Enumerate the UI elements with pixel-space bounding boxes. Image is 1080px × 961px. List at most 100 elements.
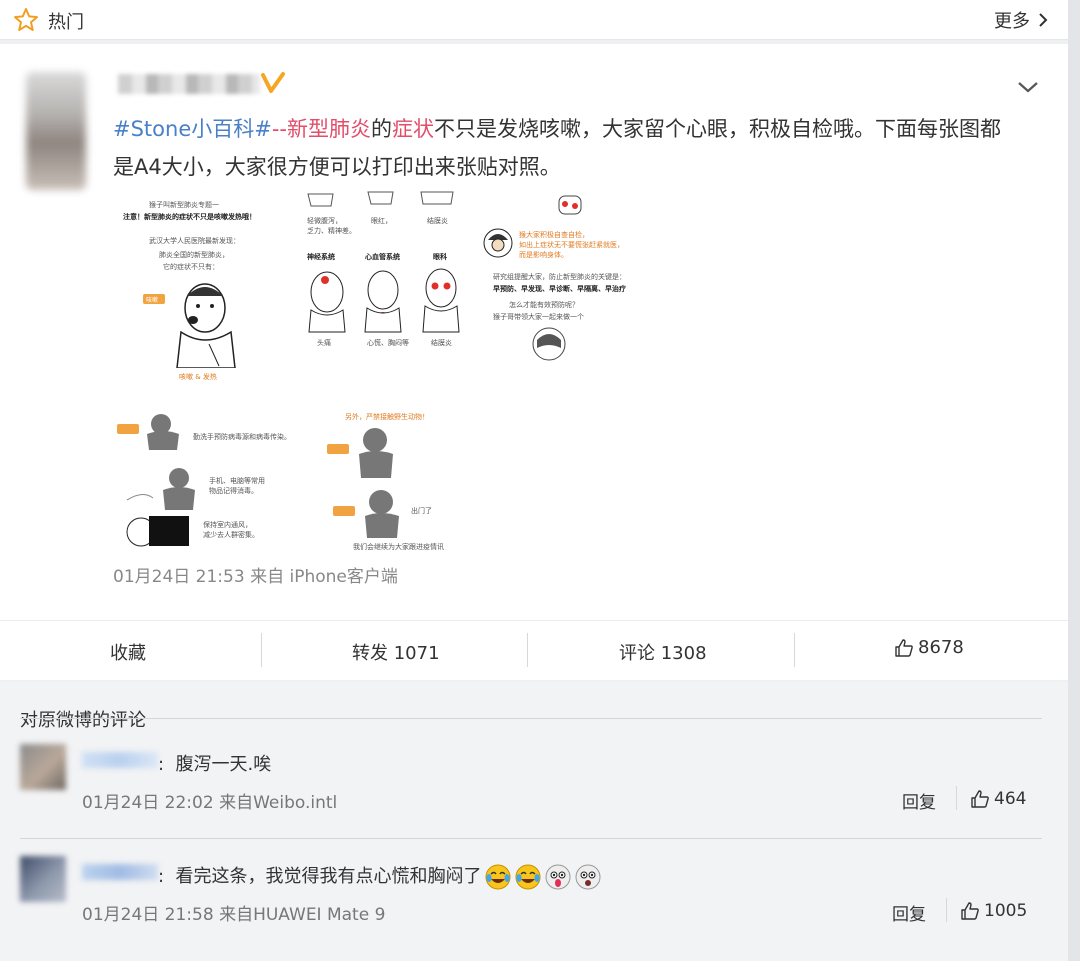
star-icon xyxy=(14,8,38,31)
top-bar: 热门 更多 xyxy=(0,0,1068,40)
post-image-1[interactable]: 猴子叫新型肺炎专题一 注意！新型肺炎的症状不只是咳嗽发热哦！ 武汉大学人民医院最… xyxy=(113,190,293,390)
comments-section: 对原微博的评论 : 腹泻一天.唉 01月24日 22:02 来自Weibo.in… xyxy=(0,682,1068,961)
chevron-right-icon xyxy=(1039,13,1048,27)
image-caption: 早预防、早发现、早诊断、早隔离、早治疗 xyxy=(493,285,626,293)
image-caption: 我们会继续为大家跟进疫情讯 xyxy=(353,543,444,551)
image-caption: 心慌、胸闷等 xyxy=(367,339,409,347)
coughing-man-illustration xyxy=(176,283,236,368)
comment-like-count: 464 xyxy=(994,789,1027,809)
more-link[interactable]: 更多 xyxy=(994,7,1048,33)
comments-heading: 对原微博的评论 xyxy=(20,710,146,731)
symptom-faces-illustration xyxy=(308,268,460,333)
hashtag-link[interactable]: #Stone小百科# xyxy=(113,117,272,141)
image-caption: 心血管系统 xyxy=(365,253,400,261)
post-source: 来自 iPhone客户端 xyxy=(250,567,398,587)
ninja-standing-illustration xyxy=(359,428,393,478)
cartoon-strip-top xyxy=(307,191,454,207)
post-text: #Stone小百科#--新型肺炎的症状不只是发烧咳嗽，大家留个心眼，积极自检哦。… xyxy=(113,110,1013,186)
comment-text: : 看完这条，我觉得我有点心慌和胸闷了 xyxy=(158,862,602,891)
thumbs-up-icon xyxy=(961,902,979,920)
divider xyxy=(527,633,528,667)
image-caption: 武汉大学人民医院最新发现： xyxy=(149,237,240,245)
post-time[interactable]: 01月24日 21:53 xyxy=(113,567,245,587)
speech-tag xyxy=(327,444,349,454)
comment-like-count: 1005 xyxy=(984,901,1028,921)
comment-text-body: 腹泻一天.唉 xyxy=(175,754,272,775)
ninja-crouching-illustration xyxy=(365,490,399,538)
commenter-name-blurred[interactable] xyxy=(82,752,158,768)
weibo-post-card: #Stone小百科#--新型肺炎的症状不只是发烧咳嗽，大家留个心眼，积极自检哦。… xyxy=(0,44,1068,620)
post-image-5[interactable]: 另外，严禁接触野生动物！ 出门了 我们会继续为大家跟进疫情讯 xyxy=(313,408,473,551)
image-caption: 头痛 xyxy=(317,339,331,347)
like-count: 8678 xyxy=(918,637,964,658)
virus-illustration xyxy=(558,195,582,215)
comment-like-button[interactable]: 464 xyxy=(970,789,1026,809)
reply-button[interactable]: 回复 xyxy=(902,788,936,813)
reply-button[interactable]: 回复 xyxy=(892,900,926,925)
image-caption: 勤洗手预防病毒源和病毒传染。 xyxy=(193,433,291,441)
image-caption: 猴子哥带领大家一起来做一个 xyxy=(493,313,584,321)
image-caption: 研究组提醒大家，防止新型肺炎的关键是： xyxy=(493,273,626,281)
doctor-avatar-illustration xyxy=(483,228,513,258)
more-label: 更多 xyxy=(994,11,1030,32)
ninja-washing-hands-illustration xyxy=(147,414,179,450)
image-caption: 眼科 xyxy=(433,253,447,261)
scrollbar-track[interactable] xyxy=(1068,0,1080,961)
image-caption: 肺炎全国的新型肺炎， xyxy=(159,251,229,259)
commenter-avatar[interactable] xyxy=(20,856,66,902)
image-caption: 如出上症状无不要慌张赶紧就医， xyxy=(519,241,624,249)
image-caption: 乏力、精神差。 xyxy=(307,227,356,235)
post-image-3[interactable]: 猴大家积极自查自检， 如出上症状无不要慌张赶紧就医， 而是影响身体。 研究组提醒… xyxy=(479,190,643,365)
divider xyxy=(261,633,262,667)
divider xyxy=(794,633,795,667)
laugh-cry-emoji-icon xyxy=(515,864,541,890)
comment-time: 01月24日 21:58 xyxy=(82,905,214,925)
dog-face-emoji-icon xyxy=(545,864,571,890)
image-caption: 结膜炎 xyxy=(431,339,452,347)
post-image-2[interactable]: 轻微腹泻， 乏力、精神差。 眼红， 结膜炎 神经系统 心血管系统 眼科 头痛 心… xyxy=(303,190,468,365)
text-fragment: 的 xyxy=(371,117,392,141)
comment-button[interactable]: 评论 1308 xyxy=(619,639,707,665)
image-caption: 咳嗽 xyxy=(146,297,159,304)
image-caption: 结膜炎 xyxy=(427,217,448,225)
comment-source: 来自HUAWEI Mate 9 xyxy=(219,905,386,925)
image-caption: 它的症状不只有： xyxy=(163,263,219,271)
like-button[interactable]: 8678 xyxy=(894,637,964,658)
image-caption: 手机、电脑等常用 xyxy=(209,477,265,485)
image-caption: 猴大家积极自查自检， xyxy=(519,231,589,239)
ninja-phone-illustration xyxy=(126,468,195,510)
post-image-4[interactable]: 勤洗手预防病毒源和病毒传染。 手机、电脑等常用 物品记得消毒。 保持室内通风， … xyxy=(113,402,293,550)
separator: -- xyxy=(271,117,287,141)
commenter-name-blurred[interactable] xyxy=(82,864,158,880)
keyword-link[interactable]: 症状 xyxy=(392,117,434,141)
image-caption: 怎么才能有效预防呢？ xyxy=(509,301,579,309)
avatar[interactable] xyxy=(26,72,86,190)
image-caption: 注意！新型肺炎的症状不只是咳嗽发热哦！ xyxy=(123,213,256,221)
comment-like-button[interactable]: 1005 xyxy=(960,901,1027,921)
comment-source: 来自Weibo.intl xyxy=(219,793,338,813)
thumbs-up-icon xyxy=(971,790,989,808)
image-caption: 咳嗽 & 发热 xyxy=(179,373,217,381)
username-blurred[interactable] xyxy=(118,74,260,94)
comment-time: 01月24日 22:02 xyxy=(82,793,214,813)
section-title: 热门 xyxy=(48,12,84,33)
ninja-illustration xyxy=(532,327,566,361)
commenter-avatar[interactable] xyxy=(20,744,66,790)
divider xyxy=(956,786,957,810)
post-image-grid[interactable]: 猴子叫新型肺炎专题一 注意！新型肺炎的症状不只是咳嗽发热哦！ 武汉大学人民医院最… xyxy=(113,190,643,551)
image-caption: 猴子叫新型肺炎专题一 xyxy=(149,201,219,209)
divider xyxy=(946,898,947,922)
speech-tag xyxy=(117,424,139,434)
favorite-button[interactable]: 收藏 xyxy=(110,639,146,665)
dog-face-emoji-icon xyxy=(575,864,601,890)
repost-button[interactable]: 转发 1071 xyxy=(352,639,440,665)
divider xyxy=(20,838,1042,839)
speech-tag xyxy=(333,506,355,516)
ninja-window-illustration xyxy=(126,516,189,547)
chevron-down-icon[interactable] xyxy=(1016,78,1040,96)
divider xyxy=(20,718,1042,719)
thumbs-up-icon xyxy=(895,638,913,657)
keyword-link[interactable]: 新型肺炎 xyxy=(287,117,371,141)
image-caption: 神经系统 xyxy=(307,253,335,261)
image-caption: 眼红， xyxy=(371,217,392,225)
